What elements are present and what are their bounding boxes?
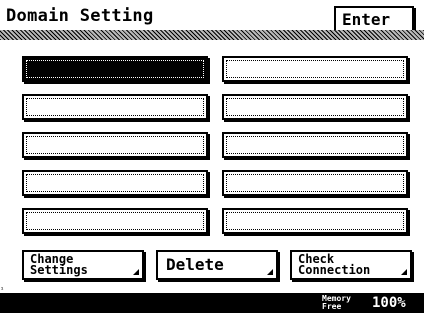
memory-label-line2: Free bbox=[322, 302, 342, 311]
header-divider bbox=[0, 30, 424, 40]
domain-slot-7[interactable] bbox=[222, 94, 408, 120]
memory-free-label: Memory Free bbox=[322, 295, 351, 311]
domain-slot-5[interactable] bbox=[22, 208, 208, 234]
delete-label: Delete bbox=[166, 255, 224, 274]
page-title: Domain Setting bbox=[6, 6, 154, 26]
delete-button[interactable]: Delete bbox=[156, 250, 278, 280]
domain-slot-10[interactable] bbox=[222, 208, 408, 234]
domain-slot-2[interactable] bbox=[22, 94, 208, 120]
status-bar: Memory Free 100% bbox=[0, 293, 424, 313]
enter-button[interactable]: Enter bbox=[334, 6, 414, 32]
domain-slot-6[interactable] bbox=[222, 56, 408, 82]
change-settings-label-line2: Settings bbox=[30, 263, 88, 277]
domain-slot-4[interactable] bbox=[22, 170, 208, 196]
domain-slot-8[interactable] bbox=[222, 132, 408, 158]
corner-triangle-icon bbox=[133, 269, 139, 275]
domain-slot-3[interactable] bbox=[22, 132, 208, 158]
corner-triangle-icon bbox=[401, 269, 407, 275]
check-connection-button[interactable]: Check Connection bbox=[290, 250, 412, 280]
domain-slot-1[interactable] bbox=[22, 56, 208, 82]
memory-free-value: 100% bbox=[372, 295, 406, 311]
change-settings-button[interactable]: Change Settings bbox=[22, 250, 144, 280]
domain-slot-9[interactable] bbox=[222, 170, 408, 196]
corner-triangle-icon bbox=[267, 269, 273, 275]
check-connection-label-line2: Connection bbox=[298, 263, 371, 277]
